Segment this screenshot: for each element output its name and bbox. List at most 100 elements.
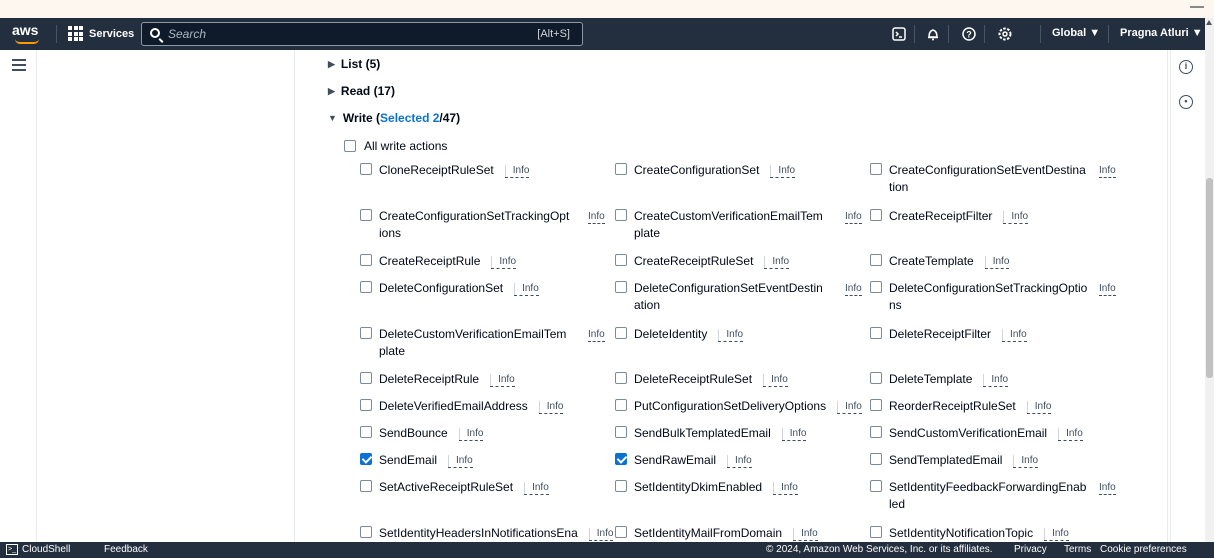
info-link[interactable]: Info bbox=[538, 401, 564, 414]
action-checkbox-create-configuration-set-tracking-options[interactable]: CreateConfigurationSetTrackingOptions bbox=[360, 208, 570, 242]
action-checkbox-set-identity-headers-in-notifications-ena[interactable]: SetIdentityHeadersInNotificationsEna Info bbox=[360, 525, 614, 542]
action-checkbox-delete-verified-email-address[interactable]: DeleteVerifiedEmailAddress Info bbox=[360, 398, 564, 415]
info-link[interactable]: Info bbox=[504, 165, 530, 178]
action-checkbox-create-receipt-rule[interactable]: CreateReceiptRule Info bbox=[360, 253, 517, 270]
all-write-actions-checkbox[interactable]: All write actions bbox=[344, 139, 447, 153]
info-link[interactable]: Info bbox=[837, 401, 862, 414]
checked-checkbox[interactable] bbox=[615, 453, 627, 465]
checkbox[interactable] bbox=[870, 453, 882, 465]
info-link[interactable]: Info bbox=[770, 165, 796, 178]
action-checkbox-send-templated-email[interactable]: SendTemplatedEmail Info bbox=[870, 452, 1039, 469]
help-icon[interactable]: ? bbox=[960, 25, 978, 43]
action-checkbox-create-custom-verification-email-template[interactable]: CreateCustomVerificationEmailTemplate bbox=[615, 208, 825, 242]
info-link[interactable]: Info bbox=[1002, 329, 1027, 342]
write-access-level-toggle[interactable]: ▼ Write (Selected 2/47) bbox=[328, 111, 460, 125]
checkbox[interactable] bbox=[344, 140, 356, 152]
checkbox[interactable] bbox=[615, 480, 627, 492]
info-link[interactable]: Info bbox=[1003, 211, 1029, 224]
checkbox[interactable] bbox=[870, 163, 882, 175]
feedback-icon[interactable]: • bbox=[1179, 95, 1193, 109]
checkbox[interactable] bbox=[615, 399, 627, 411]
action-checkbox-reorder-receipt-rule-set[interactable]: ReorderReceiptRuleSet Info bbox=[870, 398, 1052, 415]
read-access-level-toggle[interactable]: ▶ Read (17) bbox=[328, 84, 395, 98]
action-checkbox-set-active-receipt-rule-set[interactable]: SetActiveReceiptRuleSet Info bbox=[360, 479, 549, 496]
checkbox[interactable] bbox=[870, 254, 882, 266]
checkbox[interactable] bbox=[360, 372, 372, 384]
checkbox[interactable] bbox=[615, 526, 627, 538]
info-link[interactable]: Info bbox=[514, 283, 539, 296]
checkbox[interactable] bbox=[615, 254, 627, 266]
page-scrollbar[interactable] bbox=[1205, 18, 1214, 542]
action-checkbox-delete-configuration-set-tracking-options[interactable]: DeleteConfigurationSetTrackingOptions bbox=[870, 280, 1088, 314]
checkbox[interactable] bbox=[360, 480, 372, 492]
info-link[interactable]: Info bbox=[727, 455, 752, 468]
account-menu[interactable]: Pragna Atluri ▼ bbox=[1120, 27, 1203, 39]
action-checkbox-send-raw-email[interactable]: SendRawEmail Info bbox=[615, 452, 752, 469]
info-link[interactable]: Info bbox=[1058, 428, 1083, 441]
info-link[interactable]: Info bbox=[793, 528, 818, 541]
region-selector[interactable]: Global ▼ bbox=[1052, 27, 1100, 39]
search-input[interactable] bbox=[168, 26, 508, 42]
info-link[interactable]: Info bbox=[491, 256, 517, 269]
aws-logo[interactable]: aws bbox=[12, 22, 46, 46]
info-link[interactable]: Info bbox=[588, 329, 605, 342]
info-link[interactable]: Info bbox=[1099, 165, 1116, 178]
action-checkbox-delete-template[interactable]: DeleteTemplate Info bbox=[870, 371, 1009, 388]
info-link[interactable]: Info bbox=[524, 482, 549, 495]
checkbox[interactable] bbox=[615, 209, 627, 221]
checkbox[interactable] bbox=[360, 526, 372, 538]
checkbox[interactable] bbox=[360, 426, 372, 438]
action-checkbox-put-configuration-set-delivery-options[interactable]: PutConfigurationSetDeliveryOptions Info bbox=[615, 398, 862, 415]
action-checkbox-send-bounce[interactable]: SendBounce Info bbox=[360, 425, 484, 442]
scroll-up-arrow-icon[interactable] bbox=[1206, 20, 1212, 25]
action-checkbox-create-receipt-filter[interactable]: CreateReceiptFilter Info bbox=[870, 208, 1029, 225]
checkbox[interactable] bbox=[360, 281, 372, 293]
services-menu-button[interactable]: Services bbox=[68, 26, 134, 41]
hamburger-menu-icon[interactable] bbox=[12, 59, 26, 74]
feedback-link[interactable]: Feedback bbox=[104, 544, 148, 555]
action-checkbox-delete-configuration-set[interactable]: DeleteConfigurationSet Info bbox=[360, 280, 539, 297]
action-checkbox-delete-receipt-filter[interactable]: DeleteReceiptFilter Info bbox=[870, 326, 1027, 343]
action-checkbox-set-identity-feedback-forwarding-enabled[interactable]: SetIdentityFeedbackForwardingEnabled bbox=[870, 479, 1088, 513]
action-checkbox-delete-identity[interactable]: DeleteIdentity Info bbox=[615, 326, 744, 343]
info-link[interactable]: Info bbox=[588, 211, 605, 224]
action-checkbox-delete-receipt-rule-set[interactable]: DeleteReceiptRuleSet Info bbox=[615, 371, 788, 388]
checkbox[interactable] bbox=[870, 526, 882, 538]
info-link[interactable]: Info bbox=[1099, 482, 1116, 495]
checkbox[interactable] bbox=[360, 327, 372, 339]
info-link[interactable]: Info bbox=[781, 428, 807, 441]
minimize-icon[interactable] bbox=[1190, 6, 1204, 8]
action-checkbox-delete-receipt-rule[interactable]: DeleteReceiptRule Info bbox=[360, 371, 515, 388]
action-checkbox-set-identity-notification-topic[interactable]: SetIdentityNotificationTopic Info bbox=[870, 525, 1069, 542]
action-checkbox-send-bulk-templated-email[interactable]: SendBulkTemplatedEmail Info bbox=[615, 425, 807, 442]
info-link[interactable]: Info bbox=[1026, 401, 1052, 414]
checkbox[interactable] bbox=[870, 281, 882, 293]
info-link[interactable]: Info bbox=[458, 428, 484, 441]
terms-link[interactable]: Terms bbox=[1064, 544, 1091, 555]
action-checkbox-clone-receipt-rule-set[interactable]: CloneReceiptRuleSet Info bbox=[360, 162, 530, 179]
checkbox[interactable] bbox=[360, 209, 372, 221]
action-checkbox-create-template[interactable]: CreateTemplate Info bbox=[870, 253, 1010, 270]
info-link[interactable]: Info bbox=[1099, 283, 1116, 296]
checkbox[interactable] bbox=[360, 254, 372, 266]
action-checkbox-create-configuration-set-event-destination[interactable]: CreateConfigurationSetEventDestination bbox=[870, 162, 1088, 196]
checkbox[interactable] bbox=[870, 399, 882, 411]
info-link[interactable]: Info bbox=[1044, 528, 1069, 541]
search-box[interactable]: [Alt+S] bbox=[141, 22, 583, 46]
info-link[interactable]: Info bbox=[764, 256, 790, 269]
info-link[interactable]: Info bbox=[763, 374, 788, 387]
action-checkbox-create-configuration-set[interactable]: CreateConfigurationSet Info bbox=[615, 162, 796, 179]
cloudshell-icon[interactable] bbox=[890, 25, 908, 43]
notifications-bell-icon[interactable] bbox=[924, 25, 942, 43]
checkbox[interactable] bbox=[360, 163, 372, 175]
checkbox[interactable] bbox=[615, 426, 627, 438]
info-link[interactable]: Info bbox=[588, 528, 614, 541]
info-link[interactable]: Info bbox=[845, 283, 862, 296]
scrollbar-thumb[interactable] bbox=[1206, 178, 1213, 378]
checkbox[interactable] bbox=[615, 163, 627, 175]
checkbox[interactable] bbox=[615, 372, 627, 384]
checkbox[interactable] bbox=[870, 327, 882, 339]
checkbox[interactable] bbox=[615, 327, 627, 339]
info-link[interactable]: Info bbox=[983, 374, 1009, 387]
privacy-link[interactable]: Privacy bbox=[1014, 544, 1047, 555]
